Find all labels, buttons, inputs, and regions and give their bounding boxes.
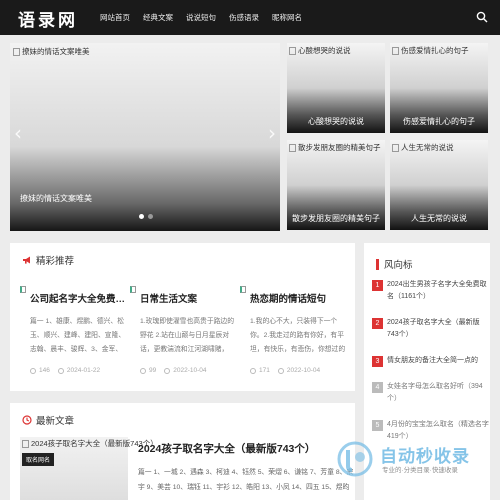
eye-icon — [250, 367, 256, 374]
recommended-desc: 1.我的心不大，只装得下一个你。2.我走过的路有你好，有平坦，有快乐，有悲伤，你… — [250, 318, 346, 353]
clock-icon — [277, 367, 284, 374]
view-count: 146 — [39, 367, 50, 374]
sidebar-heading-text: 风向标 — [384, 260, 413, 271]
clock-icon — [57, 367, 64, 374]
broken-image-icon — [20, 286, 26, 293]
tile-image-alt: 人生无常的说说 — [392, 142, 454, 153]
recommended-meta: 146 2024-01-22 — [30, 367, 126, 374]
recommended-desc: 1.玫瑰即使濯雪也高贵于路边的野花 2.站在山巅与日月星辰对话，更教湍流和江河湖… — [140, 318, 235, 353]
clock-icon — [22, 415, 32, 425]
sidebar-item-text[interactable]: 情女朋友的备注大全简一点的 — [387, 355, 478, 367]
tile-image-alt-text: 伤感爱情扎心的句子 — [401, 46, 469, 55]
post-date: 2024-01-22 — [66, 367, 101, 374]
tile-image-alt-text: 散步发朋友圈的精美句子 — [298, 143, 381, 152]
recommended-desc: 篇一 1、雄康、煜鹏、德兴、松玉、顺兴、建峰、建阳、宣隆、志翰、晨丰、骏辉、3、… — [30, 318, 126, 353]
tile-image-alt: 散步发朋友圈的精美句子 — [289, 142, 381, 153]
slider-image-alt-text: 撩妹的情话文案唯美 — [22, 47, 90, 56]
slider-dots — [139, 214, 157, 219]
hero-tile-1[interactable]: 心酸想哭的说说 心酸想哭的说说 — [287, 43, 385, 133]
hero-tile-2[interactable]: 伤感爱情扎心的句子 伤感爱情扎心的句子 — [390, 43, 488, 133]
tile-caption[interactable]: 散步发朋友圈的精美句子 — [287, 213, 385, 224]
recommended-meta: 99 2022-10-04 — [140, 367, 236, 374]
recommended-card: 精彩推荐 公司起名字大全免费2024 篇一 1、雄康、煜鹏、德兴、松玉、顺兴、建… — [10, 243, 355, 391]
watermark-slogan: 专业的·分类目录·快速收录 — [382, 467, 458, 474]
clock-icon — [164, 367, 171, 374]
recommended-item[interactable]: 热恋期的情话短句 1.我的心不大，只装得下一个你。2.我走过的路有你好，有平坦，… — [240, 286, 346, 374]
rank-badge: 4 — [372, 382, 383, 393]
rank-badge: 5 — [372, 420, 383, 431]
recommended-meta: 171 2022-10-04 — [250, 367, 346, 374]
slider-image-alt: 撩妹的情话文案唯美 — [13, 46, 90, 57]
sidebar-heading: 风向标 — [376, 257, 413, 271]
sidebar-item-text[interactable]: 2024孩子取名字大全（最新版743个） — [387, 317, 490, 341]
watermark-logo-icon — [337, 441, 373, 477]
tile-caption[interactable]: 伤感爱情扎心的句子 — [390, 116, 488, 127]
broken-image-icon — [13, 48, 20, 57]
slider-dot-2[interactable] — [148, 214, 153, 219]
sidebar-item[interactable]: 4 女娃名字母怎么取名好听（394个） — [372, 381, 490, 405]
latest-heading-text: 最新文章 — [36, 416, 75, 427]
recommended-heading: 精彩推荐 — [22, 253, 74, 267]
recommended-item[interactable]: 日常生活文案 1.玫瑰即使濯雪也高贵于路边的野花 2.站在山巅与日月星辰对话，更… — [130, 286, 236, 374]
rank-badge: 3 — [372, 356, 383, 367]
tile-image-alt: 伤感爱情扎心的句子 — [392, 45, 469, 56]
latest-image[interactable]: 2024孩子取名字大全（最新版743个） 取名网名 — [20, 437, 158, 500]
sidebar-item-text[interactable]: 女娃名字母怎么取名好听（394个） — [387, 381, 490, 405]
slider-next-arrow[interactable]: › — [268, 123, 276, 143]
nav-item-sad[interactable]: 伤感语录 — [229, 12, 259, 23]
nav-item-home[interactable]: 网站首页 — [100, 12, 130, 23]
heading-accent-bar — [376, 258, 379, 270]
search-icon[interactable] — [476, 11, 488, 23]
nav-item-nickname[interactable]: 昵称网名 — [272, 12, 302, 23]
recommended-heading-text: 精彩推荐 — [36, 256, 75, 267]
recommended-title[interactable]: 热恋期的情话短句 — [250, 291, 346, 305]
eye-icon — [140, 367, 146, 374]
rank-badge: 2 — [372, 318, 383, 329]
slider-caption[interactable]: 撩妹的情话文案唯美 — [20, 193, 92, 204]
sidebar-item[interactable]: 2 2024孩子取名字大全（最新版743个） — [372, 317, 490, 341]
view-count: 171 — [259, 367, 270, 374]
recommended-title[interactable]: 公司起名字大全免费2024 — [30, 291, 126, 305]
site-logo[interactable]: 语录网 — [18, 6, 78, 31]
broken-image-icon — [392, 47, 399, 56]
recommended-title[interactable]: 日常生活文案 — [140, 291, 236, 305]
broken-image-icon — [22, 440, 29, 449]
latest-title[interactable]: 2024孩子取名字大全（最新版743个） — [138, 441, 315, 456]
sidebar-item-text[interactable]: 2024出生男孩子名字大全免费取名（1161个） — [387, 279, 490, 303]
rank-badge: 1 — [372, 280, 383, 291]
nav-item-short[interactable]: 说说短句 — [186, 12, 216, 23]
watermark: 自动秒收录 专业的·分类目录·快速收录 — [336, 440, 496, 480]
broken-image-icon — [130, 286, 136, 293]
category-badge[interactable]: 取名网名 — [22, 453, 55, 466]
main-nav: 网站首页 经典文案 说说短句 伤感语录 昵称网名 — [100, 0, 315, 35]
view-count: 99 — [149, 367, 157, 374]
latest-heading: 最新文章 — [22, 413, 74, 427]
tile-image-alt-text: 人生无常的说说 — [401, 143, 454, 152]
tile-image-alt: 心酸想哭的说说 — [289, 45, 351, 56]
slider-dot-1[interactable] — [139, 214, 144, 219]
post-date: 2022-10-04 — [173, 367, 207, 374]
broken-image-icon — [289, 47, 296, 56]
hero-tile-4[interactable]: 人生无常的说说 人生无常的说说 — [390, 140, 488, 230]
sidebar-item[interactable]: 3 情女朋友的备注大全简一点的 — [372, 355, 490, 367]
hero-tile-3[interactable]: 散步发朋友圈的精美句子 散步发朋友圈的精美句子 — [287, 140, 385, 230]
eye-icon — [30, 367, 36, 374]
tile-image-alt-text: 心酸想哭的说说 — [298, 46, 351, 55]
broken-image-icon — [289, 144, 296, 153]
nav-item-classic[interactable]: 经典文案 — [143, 12, 173, 23]
latest-desc: 篇一 1、一城 2、遇森 3、柯迪 4、钰然 5、荣熠 6、谦铭 7、芳童 8、… — [138, 469, 354, 491]
tile-caption[interactable]: 人生无常的说说 — [390, 213, 488, 224]
latest-card: 最新文章 2024孩子取名字大全（最新版743个） 取名网名 2024孩子取名字… — [10, 403, 355, 500]
post-date: 2022-10-04 — [286, 367, 321, 374]
sidebar-item[interactable]: 1 2024出生男孩子名字大全免费取名（1161个） — [372, 279, 490, 303]
broken-image-icon — [240, 286, 246, 293]
site-header: 语录网 网站首页 经典文案 说说短句 伤感语录 昵称网名 — [0, 0, 500, 35]
megaphone-icon — [23, 256, 30, 264]
slider-prev-arrow[interactable]: ‹ — [14, 123, 22, 143]
tile-caption[interactable]: 心酸想哭的说说 — [287, 116, 385, 127]
broken-image-icon — [392, 144, 399, 153]
recommended-item[interactable]: 公司起名字大全免费2024 篇一 1、雄康、煜鹏、德兴、松玉、顺兴、建峰、建阳、… — [20, 286, 126, 374]
